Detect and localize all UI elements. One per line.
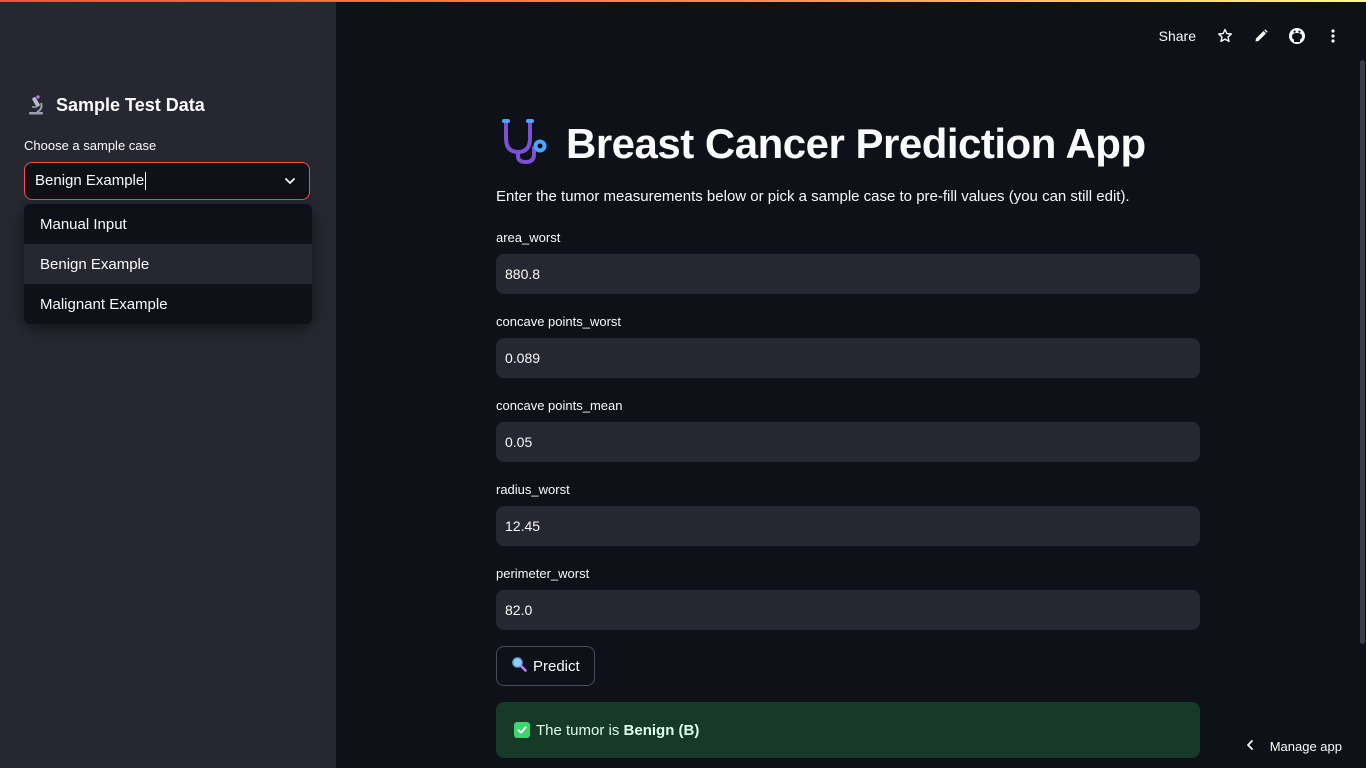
- field-label-concave-points-mean: concave points_mean: [496, 398, 623, 413]
- radius-worst-input[interactable]: 12.45: [496, 506, 1200, 546]
- select-label: Choose a sample case: [24, 138, 157, 153]
- select-dropdown-menu: Manual Input Benign Example Malignant Ex…: [24, 204, 312, 324]
- chevron-down-icon[interactable]: [283, 174, 297, 188]
- option-manual-input[interactable]: Manual Input: [24, 204, 312, 244]
- stethoscope-icon: [496, 116, 554, 171]
- microscope-icon: [26, 94, 48, 116]
- sample-case-select[interactable]: Benign Example: [24, 162, 310, 200]
- result-prefix: The tumor is: [536, 721, 624, 739]
- star-icon[interactable]: [1216, 27, 1234, 45]
- field-label-perimeter-worst: perimeter_worst: [496, 566, 590, 581]
- perimeter-worst-input[interactable]: 82.0: [496, 590, 1200, 630]
- sidebar-header: Sample Test Data: [26, 94, 205, 116]
- more-vertical-icon[interactable]: [1324, 27, 1342, 45]
- field-label-radius-worst: radius_worst: [496, 482, 570, 497]
- area-worst-input[interactable]: 880.8: [496, 254, 1200, 294]
- top-toolbar: Share: [1159, 24, 1342, 48]
- pencil-icon[interactable]: [1252, 27, 1270, 45]
- github-icon[interactable]: [1288, 27, 1306, 45]
- chevron-left-icon[interactable]: [1244, 739, 1256, 754]
- field-label-concave-points-worst: concave points_worst: [496, 314, 622, 329]
- manage-app-button[interactable]: Manage app: [1244, 739, 1342, 754]
- manage-app-label[interactable]: Manage app: [1270, 739, 1342, 754]
- page-subtitle: Enter the tumor measurements below or pi…: [496, 188, 1130, 205]
- result-alert: The tumor is Benign (B): [496, 702, 1200, 758]
- result-value: Benign (B): [623, 721, 700, 739]
- sidebar: Sample Test Data Choose a sample case Be…: [0, 0, 336, 768]
- concave-points-mean-input[interactable]: 0.05: [496, 422, 1200, 462]
- option-malignant-example[interactable]: Malignant Example: [24, 284, 312, 324]
- result-text: The tumor is Benign (B): [536, 722, 699, 739]
- share-button[interactable]: Share: [1159, 28, 1196, 44]
- page-title-row: Breast Cancer Prediction App: [496, 116, 1146, 171]
- predict-button[interactable]: Predict: [496, 646, 595, 686]
- concave-points-worst-input[interactable]: 0.089: [496, 338, 1200, 378]
- scrollbar[interactable]: [1360, 60, 1365, 644]
- predict-button-label[interactable]: Predict: [533, 658, 580, 675]
- field-label-area-worst: area_worst: [496, 230, 561, 245]
- option-benign-example[interactable]: Benign Example: [24, 244, 312, 284]
- sidebar-title: Sample Test Data: [56, 94, 205, 115]
- magnifying-glass-icon: [511, 656, 527, 676]
- page-title: Breast Cancer Prediction App: [566, 119, 1146, 167]
- header-decoration-bar: [0, 0, 1366, 2]
- select-value[interactable]: Benign Example: [35, 172, 146, 190]
- check-box-icon: [514, 722, 530, 738]
